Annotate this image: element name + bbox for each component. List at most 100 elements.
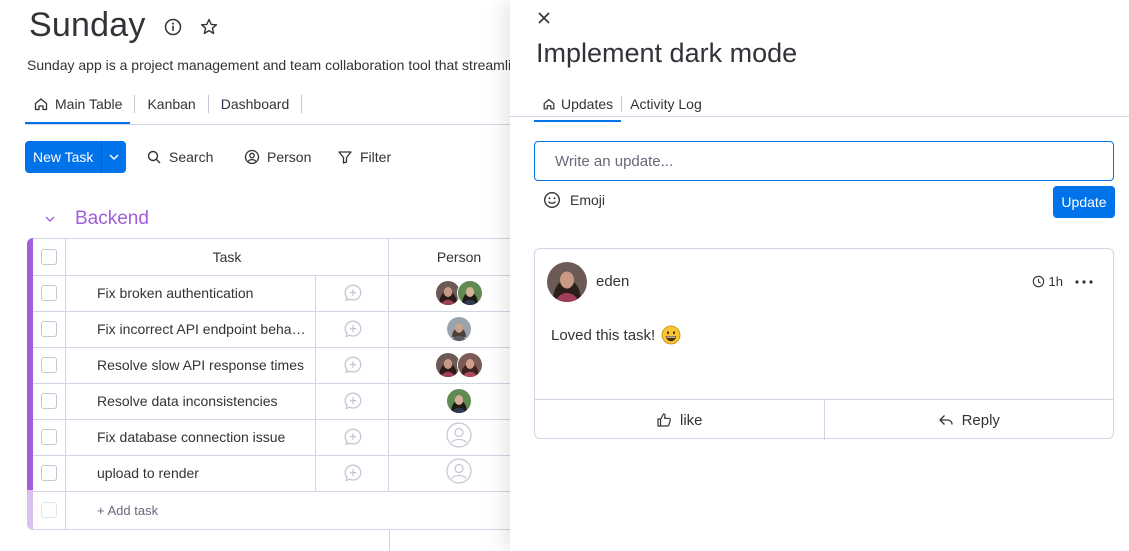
row-check-cell [33, 311, 66, 347]
table-row[interactable]: Resolve slow API response times [33, 347, 510, 384]
new-task-dropdown-button[interactable] [101, 141, 126, 173]
column-divider [389, 530, 390, 551]
add-update-button[interactable] [315, 311, 390, 347]
info-icon[interactable] [163, 17, 183, 37]
person-avatars[interactable] [435, 352, 483, 378]
tab-separator [134, 95, 136, 113]
add-update-button[interactable] [315, 455, 390, 491]
add-update-icon [344, 284, 362, 302]
task-name: upload to render [97, 465, 199, 481]
tab-updates[interactable]: Updates [534, 92, 622, 122]
task-name-cell[interactable]: Fix database connection issue [65, 419, 315, 455]
update-input[interactable] [534, 141, 1114, 181]
row-check-cell [33, 419, 66, 455]
avatar [446, 316, 472, 342]
tab-label: Main Table [55, 96, 123, 112]
select-all-checkbox[interactable] [41, 249, 57, 265]
new-task-label: New Task [33, 149, 94, 165]
tab-label: Dashboard [220, 96, 290, 112]
table-row[interactable]: upload to render [33, 455, 510, 492]
more-options-icon[interactable] [1073, 275, 1095, 289]
table-header: Task Person [33, 238, 510, 276]
task-name: Fix broken authentication [97, 285, 254, 301]
select-all-cell [33, 239, 66, 275]
reply-label: Reply [961, 411, 1000, 429]
panel-tabs-divider [510, 116, 1129, 117]
table-row[interactable]: Fix database connection issue [33, 419, 510, 456]
avatar[interactable] [547, 262, 587, 302]
avatar [446, 388, 472, 414]
task-name-cell[interactable]: Resolve slow API response times [65, 347, 315, 383]
post-meta: 1h [1032, 274, 1095, 289]
task-name-cell[interactable]: Fix incorrect API endpoint behavior [65, 311, 315, 347]
close-icon[interactable] [536, 10, 552, 26]
panel-title[interactable]: Implement dark mode [536, 38, 797, 69]
filter-icon [338, 151, 352, 164]
person-cell [388, 275, 510, 311]
item-detail-panel: Implement dark mode Updates Activity Log… [510, 0, 1129, 551]
person-icon [244, 149, 260, 165]
person-filter-button[interactable]: Person [244, 141, 311, 173]
person-label: Person [267, 149, 312, 165]
home-icon [543, 99, 555, 110]
row-checkbox[interactable] [41, 285, 57, 301]
add-task-row: + Add task [33, 491, 510, 530]
search-icon [147, 150, 161, 164]
chevron-down-icon[interactable] [42, 211, 58, 227]
assign-person-button[interactable] [446, 457, 472, 489]
person-avatars[interactable] [435, 280, 483, 306]
table-row[interactable]: Fix broken authentication [33, 275, 510, 312]
chevron-down-icon [109, 154, 119, 161]
new-task-button[interactable]: New Task [25, 141, 101, 173]
tab-kanban[interactable]: Kanban [139, 93, 203, 115]
person-avatars[interactable] [446, 316, 472, 342]
table-row[interactable]: Resolve data inconsistencies [33, 383, 510, 420]
add-task-button[interactable]: + Add task [97, 491, 158, 529]
assign-person-button[interactable] [446, 421, 472, 453]
star-icon[interactable] [199, 17, 219, 37]
row-checkbox[interactable] [41, 357, 57, 373]
post-time: 1h [1048, 274, 1063, 289]
table-row[interactable]: Fix incorrect API endpoint behavior [33, 311, 510, 348]
group-title[interactable]: Backend [75, 208, 149, 230]
tab-label: Kanban [147, 96, 196, 112]
post-author[interactable]: eden [596, 273, 629, 290]
add-update-button[interactable] [315, 347, 390, 383]
person-avatars[interactable] [446, 388, 472, 414]
column-header-task[interactable]: Task [65, 239, 389, 275]
clock-icon [1032, 275, 1044, 288]
task-name-cell[interactable]: Fix broken authentication [65, 275, 315, 311]
row-checkbox[interactable] [41, 393, 57, 409]
add-update-button[interactable] [315, 419, 390, 455]
person-cell [388, 419, 510, 455]
person-cell [388, 347, 510, 383]
board-view: Sunday Sunday app is a project managemen… [0, 0, 510, 551]
column-header-person[interactable]: Person [388, 239, 510, 275]
tab-separator [301, 95, 303, 113]
task-name-cell[interactable]: upload to render [65, 455, 315, 491]
view-tabs: Main Table Kanban Dashboard [25, 93, 306, 125]
row-checkbox[interactable] [41, 321, 57, 337]
add-update-icon [344, 464, 362, 482]
tab-dashboard[interactable]: Dashboard [213, 93, 298, 115]
tab-main-table[interactable]: Main Table [25, 93, 131, 124]
emoji-button[interactable]: Emoji [543, 191, 605, 209]
tab-activity-log[interactable]: Activity Log [622, 92, 710, 116]
row-checkbox[interactable] [41, 429, 57, 445]
emoji-label: Emoji [570, 192, 606, 208]
task-name: Fix incorrect API endpoint behavior [97, 321, 307, 337]
person-cell [388, 383, 510, 419]
task-name-cell[interactable]: Resolve data inconsistencies [65, 383, 315, 419]
add-update-button[interactable] [315, 383, 390, 419]
filter-label: Filter [360, 149, 392, 165]
board-description: Sunday app is a project management and t… [27, 57, 510, 73]
update-button[interactable]: Update [1053, 186, 1115, 218]
search-button[interactable]: Search [146, 141, 213, 173]
filter-button[interactable]: Filter [337, 141, 391, 173]
avatar [457, 280, 483, 306]
like-button[interactable]: like [535, 400, 824, 440]
reply-button[interactable]: Reply [823, 400, 1114, 440]
add-update-button[interactable] [315, 275, 390, 311]
tab-label: Updates [561, 96, 614, 112]
row-checkbox[interactable] [41, 465, 57, 481]
